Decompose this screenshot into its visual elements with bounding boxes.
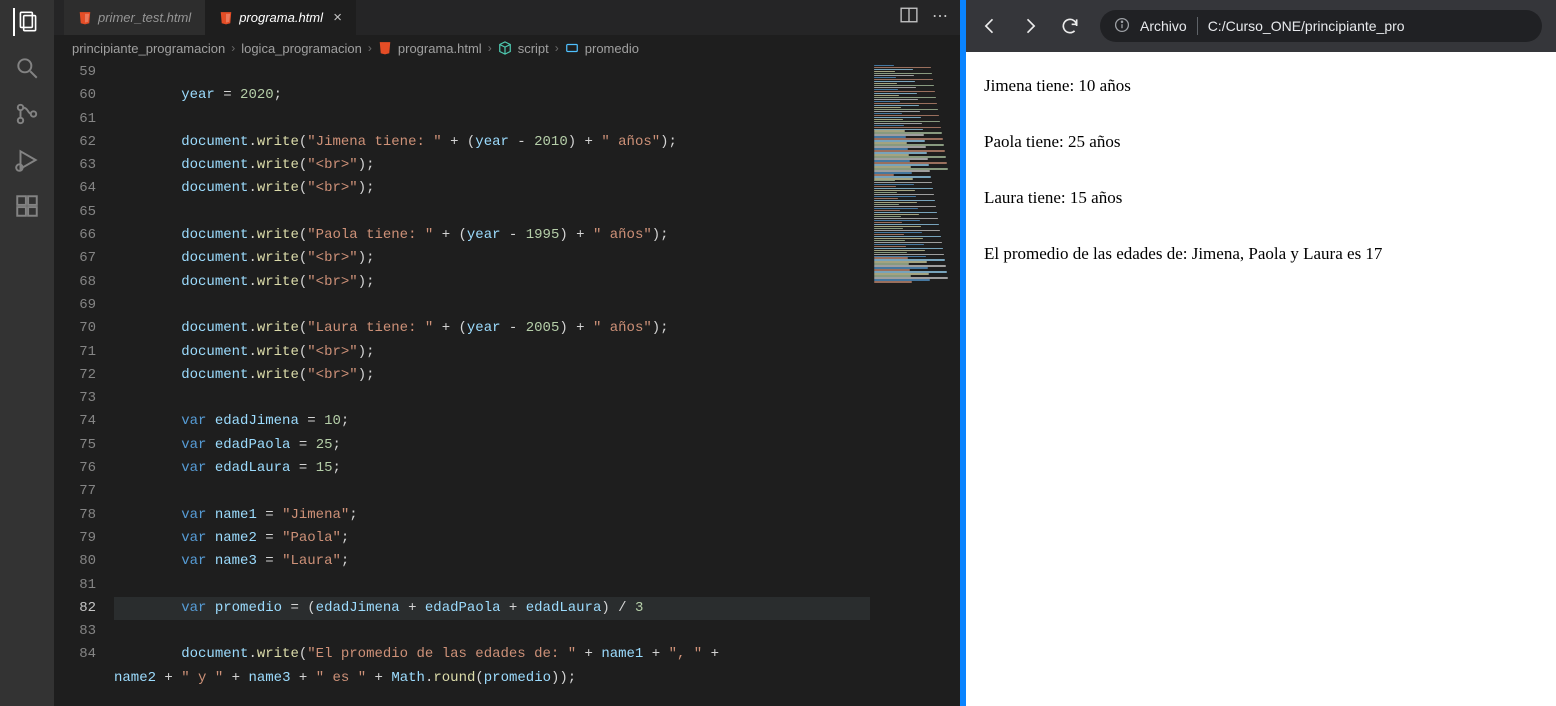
line-gutter: 5960616263646566676869707172737475767778… bbox=[54, 61, 114, 706]
code-area[interactable]: 5960616263646566676869707172737475767778… bbox=[54, 61, 960, 706]
activity-bar bbox=[0, 0, 54, 706]
browser-viewport: Jimena tiene: 10 años Paola tiene: 25 añ… bbox=[966, 52, 1556, 706]
forward-icon[interactable] bbox=[1020, 16, 1040, 36]
tab-bar: primer_test.html programa.html × ⋯ bbox=[54, 0, 960, 35]
output-line: Jimena tiene: 10 años bbox=[984, 76, 1538, 96]
more-icon[interactable]: ⋯ bbox=[932, 6, 948, 29]
html5-icon bbox=[378, 41, 392, 55]
html5-icon bbox=[78, 11, 92, 25]
crumb[interactable]: script bbox=[518, 41, 549, 56]
extensions-icon[interactable] bbox=[13, 192, 41, 220]
vscode-editor: primer_test.html programa.html × ⋯ princ… bbox=[0, 0, 960, 706]
code-content[interactable]: year = 2020; document.write("Jimena tien… bbox=[114, 61, 870, 706]
source-control-icon[interactable] bbox=[13, 100, 41, 128]
address-prefix: Archivo bbox=[1140, 18, 1187, 34]
tab-label: primer_test.html bbox=[98, 10, 191, 25]
tab-primer-test[interactable]: primer_test.html bbox=[64, 0, 205, 35]
address-path: C:/Curso_ONE/principiante_pro bbox=[1208, 18, 1405, 34]
search-icon[interactable] bbox=[13, 54, 41, 82]
run-debug-icon[interactable] bbox=[13, 146, 41, 174]
chevron-right-icon: › bbox=[231, 41, 235, 55]
close-icon[interactable]: × bbox=[333, 9, 342, 26]
browser-toolbar: Archivo C:/Curso_ONE/principiante_pro bbox=[966, 0, 1556, 52]
chevron-right-icon: › bbox=[368, 41, 372, 55]
output-line: Laura tiene: 15 años bbox=[984, 188, 1538, 208]
split-editor-icon[interactable] bbox=[900, 6, 918, 29]
reload-icon[interactable] bbox=[1060, 16, 1080, 36]
crumb[interactable]: promedio bbox=[585, 41, 639, 56]
breadcrumb[interactable]: principiante_programacion › logica_progr… bbox=[54, 35, 960, 61]
explorer-icon[interactable] bbox=[13, 8, 41, 36]
chevron-right-icon: › bbox=[555, 41, 559, 55]
chevron-right-icon: › bbox=[488, 41, 492, 55]
crumb[interactable]: programa.html bbox=[398, 41, 482, 56]
cube-icon bbox=[498, 41, 512, 55]
info-icon[interactable] bbox=[1114, 17, 1130, 36]
output-line: El promedio de las edades de: Jimena, Pa… bbox=[984, 244, 1538, 264]
tab-programa[interactable]: programa.html × bbox=[205, 0, 356, 35]
back-icon[interactable] bbox=[980, 16, 1000, 36]
crumb[interactable]: logica_programacion bbox=[241, 41, 362, 56]
address-bar[interactable]: Archivo C:/Curso_ONE/principiante_pro bbox=[1100, 10, 1542, 42]
html5-icon bbox=[219, 11, 233, 25]
editor-pane: primer_test.html programa.html × ⋯ princ… bbox=[54, 0, 960, 706]
tab-actions: ⋯ bbox=[900, 6, 960, 29]
browser-window: Archivo C:/Curso_ONE/principiante_pro Ji… bbox=[966, 0, 1556, 706]
minimap[interactable] bbox=[870, 61, 960, 706]
crumb[interactable]: principiante_programacion bbox=[72, 41, 225, 56]
variable-icon bbox=[565, 41, 579, 55]
tab-label: programa.html bbox=[239, 10, 323, 25]
output-line: Paola tiene: 25 años bbox=[984, 132, 1538, 152]
address-divider bbox=[1197, 17, 1198, 35]
